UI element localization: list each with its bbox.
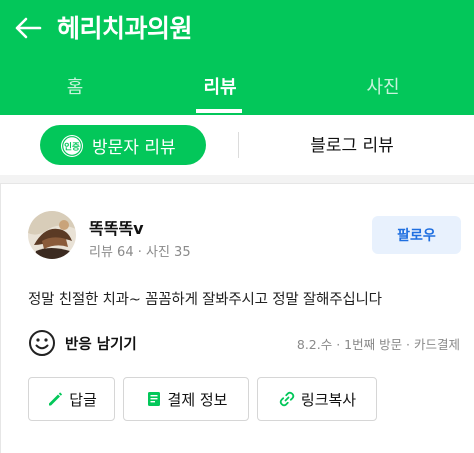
copy-link-button[interactable]: 링크복사 [257,377,377,421]
receipt-icon [147,392,160,406]
review-text: 정말 친절한 치과~ 꼼꼼하게 잘봐주시고 정말 잘해주십니다 [28,292,382,308]
back-button[interactable] [12,12,44,44]
pencil-icon [49,392,63,406]
copy-link-label: 링크복사 [300,390,357,409]
smile-icon [29,330,55,356]
follow-button[interactable]: 팔로우 [372,216,461,254]
tab-home[interactable]: 홈 [35,57,115,115]
payment-info-label: 결제 정보 [167,390,228,409]
blog-review-tab[interactable]: 블로그 리뷰 [285,131,419,156]
tab-bar: 홈 리뷰 사진 [0,57,474,115]
reply-button[interactable]: 답글 [28,377,115,421]
review-card: 똑똑똑v 리뷰 64 · 사진 35 팔로우 정말 친절한 치과~ 꼼꼼하게 잘… [0,183,474,453]
avatar-image [28,211,76,259]
page-title: 헤리치과의원 [57,14,193,43]
visitor-review-tab[interactable]: 인증 방문자 리뷰 [40,125,206,165]
author-stats: 리뷰 64 · 사진 35 [89,245,191,260]
review-type-selector: 인증 방문자 리뷰 블로그 리뷰 [0,115,474,175]
tab-review[interactable]: 리뷰 [178,57,262,115]
visitor-review-label: 방문자 리뷰 [92,138,176,158]
author-name[interactable]: 똑똑똑v [89,215,144,239]
link-icon [279,391,295,407]
tab-photo[interactable]: 사진 [343,57,423,115]
reaction-label: 반응 남기기 [65,336,137,353]
reaction-button[interactable]: 반응 남기기 [28,329,137,357]
subtab-divider [238,132,239,158]
visit-info: 8.2.수 · 1번째 방문 · 카드결제 [296,337,460,352]
active-tab-indicator [196,109,242,113]
payment-info-button[interactable]: 결제 정보 [123,377,249,421]
reply-label: 답글 [69,390,97,409]
avatar[interactable] [28,211,76,259]
verified-badge-icon: 인증 [61,135,83,157]
top-app-bar: 헤리치과의원 [0,0,474,57]
arrow-left-icon [15,17,42,39]
verified-badge-text: 인증 [64,141,80,152]
